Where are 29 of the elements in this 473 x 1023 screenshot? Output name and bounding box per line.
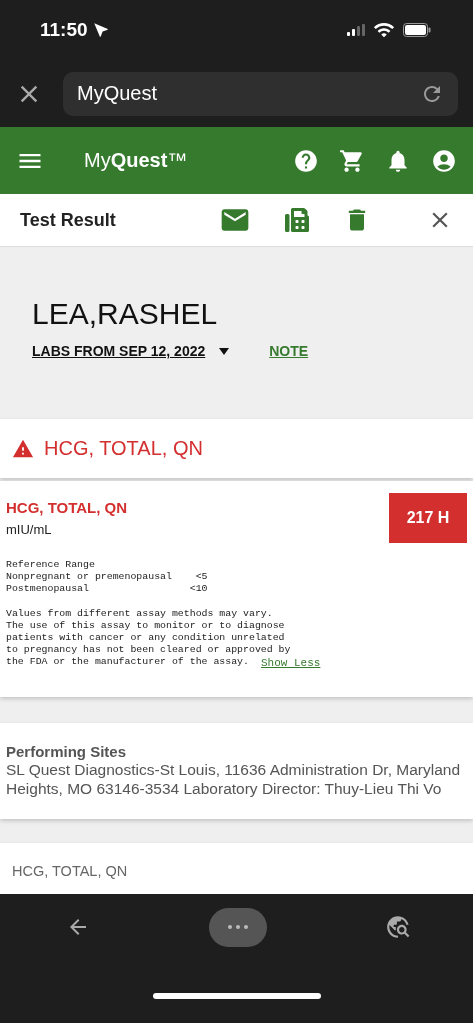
more-button[interactable] — [208, 907, 267, 947]
test-name: HCG, TOTAL, QN — [6, 499, 128, 516]
site-address: SL Quest Diagnostics-St Louis, 11636 Administration Dr, Maryland Heights, MO 63146-3534 Laboratory Director: Thuy-Lieu Thi Vo — [6, 760, 462, 799]
section-heading: Performing Sites — [6, 742, 128, 760]
more-icon — [227, 925, 248, 930]
address-bar[interactable]: MyQuest — [63, 71, 458, 116]
globe-search-icon[interactable] — [385, 914, 411, 941]
labs-date-link[interactable]: LABS FROM SEP 12, 2022 — [32, 343, 206, 359]
show-less-link[interactable]: Show Less — [260, 656, 321, 669]
result-value: 217 H — [389, 493, 467, 543]
help-icon[interactable] — [293, 147, 319, 174]
alert-title: HCG, TOTAL, QN — [44, 437, 203, 460]
patient-name: LEA,RASHEL — [32, 297, 219, 331]
note-link[interactable]: NOTE — [269, 343, 309, 359]
assay-comment: the FDA or the manufacturer of the assay. — [6, 656, 249, 669]
signal-icon — [347, 24, 365, 36]
location-arrow-icon — [91, 21, 110, 39]
reference-range: Reference Range Nonpregnant or premenopausal <5 Postmenopausal <10 — [6, 559, 209, 596]
logo: MyQuest™ — [84, 149, 189, 172]
battery-icon — [403, 23, 431, 37]
fax-icon[interactable] — [285, 208, 309, 232]
page-title: Test Result — [20, 209, 117, 231]
caret-icon[interactable] — [219, 347, 230, 355]
url-text: MyQuest — [77, 82, 158, 105]
test-name: HCG, TOTAL, QN — [12, 862, 129, 879]
units: mIU/mL — [6, 522, 53, 537]
status-time: 11:50 — [40, 19, 88, 41]
cart-icon[interactable] — [339, 147, 365, 174]
account-icon[interactable] — [431, 147, 457, 174]
